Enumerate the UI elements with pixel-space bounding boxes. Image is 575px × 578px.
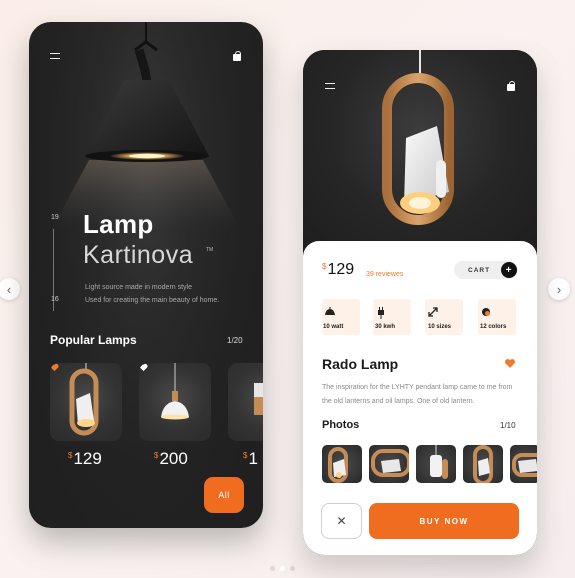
photo-thumbnail-image xyxy=(328,447,348,483)
feature-label: 12 colors xyxy=(480,324,507,330)
cart-label: CART xyxy=(468,266,491,274)
photo-thumbnail-image xyxy=(430,445,448,479)
buy-now-button[interactable]: BUY NOW xyxy=(369,503,519,539)
photo-thumbnail-image xyxy=(512,453,537,477)
close-button[interactable]: ✕ xyxy=(321,503,362,539)
hero-description-line2: Used for creating the main beauty of hom… xyxy=(85,297,220,304)
product-detail-screen: $129 39 reviewes CART + 10 watt 30 kwh 1… xyxy=(303,50,537,555)
resize-icon xyxy=(428,307,438,317)
plug-icon xyxy=(378,307,384,319)
photos-title: Photos xyxy=(322,419,360,431)
product-price: $200 xyxy=(154,449,188,468)
carousel-next-button[interactable]: › xyxy=(548,278,570,300)
carousel-pager xyxy=(270,566,295,571)
reviews-link[interactable]: 39 reviewes xyxy=(366,271,403,278)
pager-dot-active[interactable] xyxy=(280,566,285,571)
home-screen: 19 16 Lamp Kartinova TM Light source mad… xyxy=(29,22,263,528)
trademark-mark: TM xyxy=(206,247,214,253)
section-count: 1/20 xyxy=(227,336,243,345)
photo-thumbnail[interactable] xyxy=(322,445,362,483)
pager-dot[interactable] xyxy=(270,566,275,571)
photo-thumbnail-image xyxy=(473,445,493,483)
close-icon: ✕ xyxy=(336,514,347,528)
add-to-cart-button[interactable]: CART + xyxy=(454,261,518,279)
photo-thumbnail[interactable] xyxy=(369,445,409,483)
palette-icon xyxy=(482,308,490,316)
feature-label: 30 kwh xyxy=(375,324,396,330)
product-hero-image xyxy=(382,50,454,225)
photo-thumbnail-image xyxy=(371,449,409,477)
lamp-thumbnail-image xyxy=(254,383,263,415)
slide-index-end: 16 xyxy=(51,296,59,303)
photo-thumbnail[interactable] xyxy=(463,445,503,483)
photo-thumbnail[interactable] xyxy=(416,445,456,483)
photos-count: 1/10 xyxy=(500,421,516,430)
product-price: $129 xyxy=(322,261,355,278)
favorite-heart-icon[interactable] xyxy=(50,363,59,372)
product-price: $1 xyxy=(243,449,258,468)
feature-label: 10 sizes xyxy=(428,324,452,330)
lamp-thumbnail-image xyxy=(69,363,99,436)
section-title: Popular Lamps xyxy=(50,333,137,347)
slide-index-start: 19 xyxy=(51,214,59,221)
shopping-bag-icon[interactable] xyxy=(507,81,515,91)
lamp-icon xyxy=(325,307,335,315)
product-card[interactable] xyxy=(139,363,211,441)
photo-thumbnail[interactable] xyxy=(510,445,537,483)
menu-icon[interactable] xyxy=(50,53,60,59)
feature-label: 10 watt xyxy=(323,324,344,330)
plus-icon: + xyxy=(501,262,517,278)
product-info-sheet: $129 39 reviewes CART + 10 watt 30 kwh 1… xyxy=(303,241,537,555)
lamp-thumbnail-image xyxy=(161,363,189,420)
favorite-heart-icon[interactable] xyxy=(504,358,516,369)
product-description: The inspiration for the LYHTY pendant la… xyxy=(322,384,513,405)
product-price: $129 xyxy=(68,449,102,468)
menu-icon[interactable] xyxy=(325,83,335,89)
chevron-left-icon: ‹ xyxy=(6,281,12,297)
shopping-bag-icon[interactable] xyxy=(233,51,241,61)
hero-lamp-image xyxy=(53,22,239,227)
hero-subtitle: Kartinova xyxy=(83,241,194,269)
favorite-heart-icon[interactable] xyxy=(139,363,148,372)
chevron-right-icon: › xyxy=(556,281,562,297)
view-all-button[interactable]: All xyxy=(204,477,244,513)
product-title: Rado Lamp xyxy=(322,356,399,372)
pager-dot[interactable] xyxy=(290,566,295,571)
product-card[interactable] xyxy=(228,363,263,441)
carousel-prev-button[interactable]: ‹ xyxy=(0,278,20,300)
product-card[interactable] xyxy=(50,363,122,441)
hero-description-line1: Light source made in modern style xyxy=(85,284,192,291)
hero-title: Lamp xyxy=(83,209,154,239)
